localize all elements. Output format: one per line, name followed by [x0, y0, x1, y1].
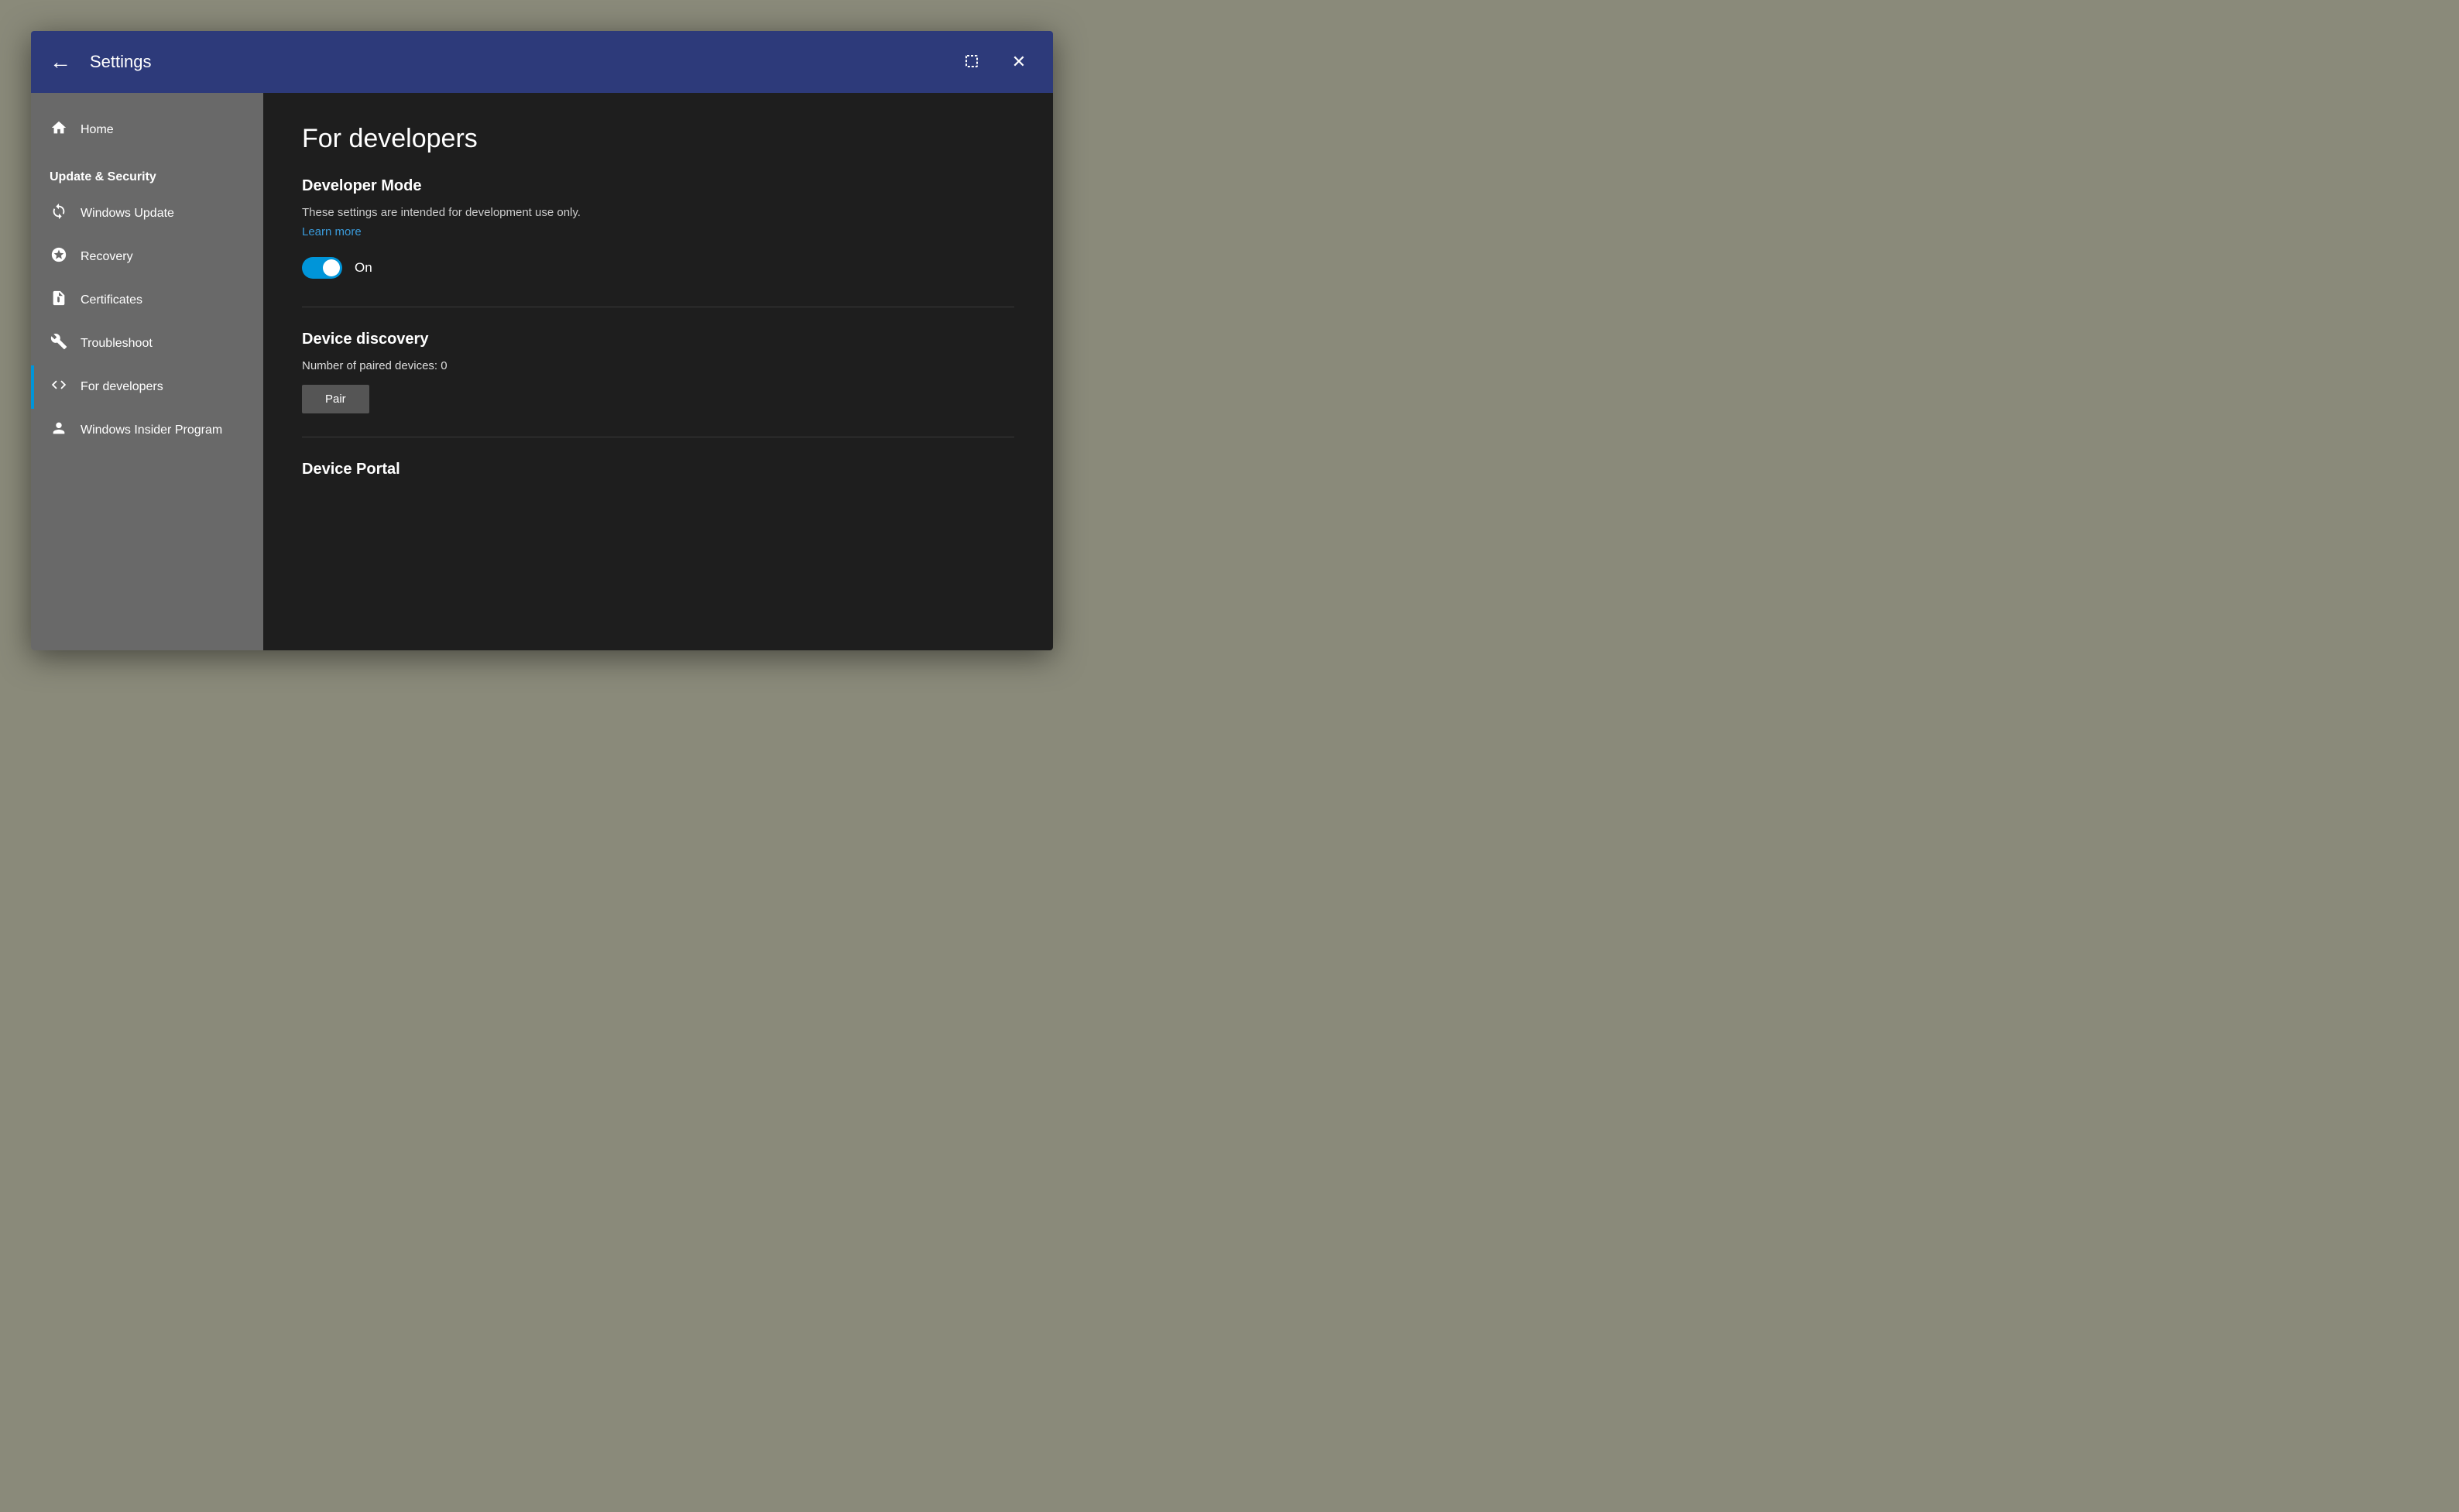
window-body: Home Update & Security Windows Update — [31, 93, 1053, 650]
troubleshoot-icon — [50, 333, 68, 355]
home-icon — [50, 119, 68, 141]
back-button[interactable]: ← — [50, 51, 71, 73]
sidebar-item-for-developers[interactable]: For developers — [31, 365, 263, 409]
developer-mode-toggle[interactable] — [302, 257, 342, 279]
recovery-icon — [50, 246, 68, 268]
sidebar-item-certificates[interactable]: Certificates — [31, 279, 263, 322]
device-portal-section: Device Portal — [302, 461, 1014, 478]
sidebar-item-recovery[interactable]: Recovery — [31, 235, 263, 279]
sidebar-windows-update-label: Windows Update — [81, 207, 174, 221]
developer-mode-description: These settings are intended for developm… — [302, 206, 1014, 219]
settings-window: ← Settings ✕ Home U — [31, 31, 1053, 650]
toggle-knob — [323, 259, 340, 276]
developer-mode-section: Developer Mode These settings are intend… — [302, 177, 1014, 279]
sidebar-item-windows-update[interactable]: Windows Update — [31, 192, 263, 235]
sidebar: Home Update & Security Windows Update — [31, 93, 263, 650]
device-discovery-title: Device discovery — [302, 331, 1014, 348]
developer-mode-toggle-row: On — [302, 257, 1014, 279]
device-discovery-section: Device discovery Number of paired device… — [302, 331, 1014, 413]
windows-insider-icon — [50, 420, 68, 441]
sidebar-certificates-label: Certificates — [81, 293, 142, 307]
titlebar: ← Settings ✕ — [31, 31, 1053, 93]
close-button[interactable]: ✕ — [1003, 46, 1034, 77]
certificates-icon — [50, 290, 68, 311]
sidebar-for-developers-label: For developers — [81, 380, 163, 394]
pair-button[interactable]: Pair — [302, 385, 369, 413]
sidebar-home-label: Home — [81, 123, 114, 137]
device-portal-title: Device Portal — [302, 461, 1014, 478]
sidebar-troubleshoot-label: Troubleshoot — [81, 337, 153, 351]
window-controls: ✕ — [957, 46, 1034, 77]
main-content: For developers Developer Mode These sett… — [263, 93, 1053, 650]
toggle-state-label: On — [355, 260, 372, 276]
page-title: For developers — [302, 124, 1014, 154]
learn-more-link[interactable]: Learn more — [302, 225, 1014, 238]
for-developers-icon — [50, 376, 68, 398]
paired-devices-count: Number of paired devices: 0 — [302, 359, 1014, 372]
sidebar-windows-insider-label: Windows Insider Program — [81, 423, 222, 437]
window-title: Settings — [90, 52, 957, 72]
sidebar-item-home[interactable]: Home — [31, 108, 263, 152]
sidebar-recovery-label: Recovery — [81, 250, 133, 264]
sidebar-section-label: Update & Security — [31, 159, 263, 192]
sidebar-item-troubleshoot[interactable]: Troubleshoot — [31, 322, 263, 365]
windows-update-icon — [50, 203, 68, 225]
developer-mode-title: Developer Mode — [302, 177, 1014, 195]
restore-button[interactable] — [957, 46, 988, 77]
sidebar-item-windows-insider[interactable]: Windows Insider Program — [31, 409, 263, 452]
